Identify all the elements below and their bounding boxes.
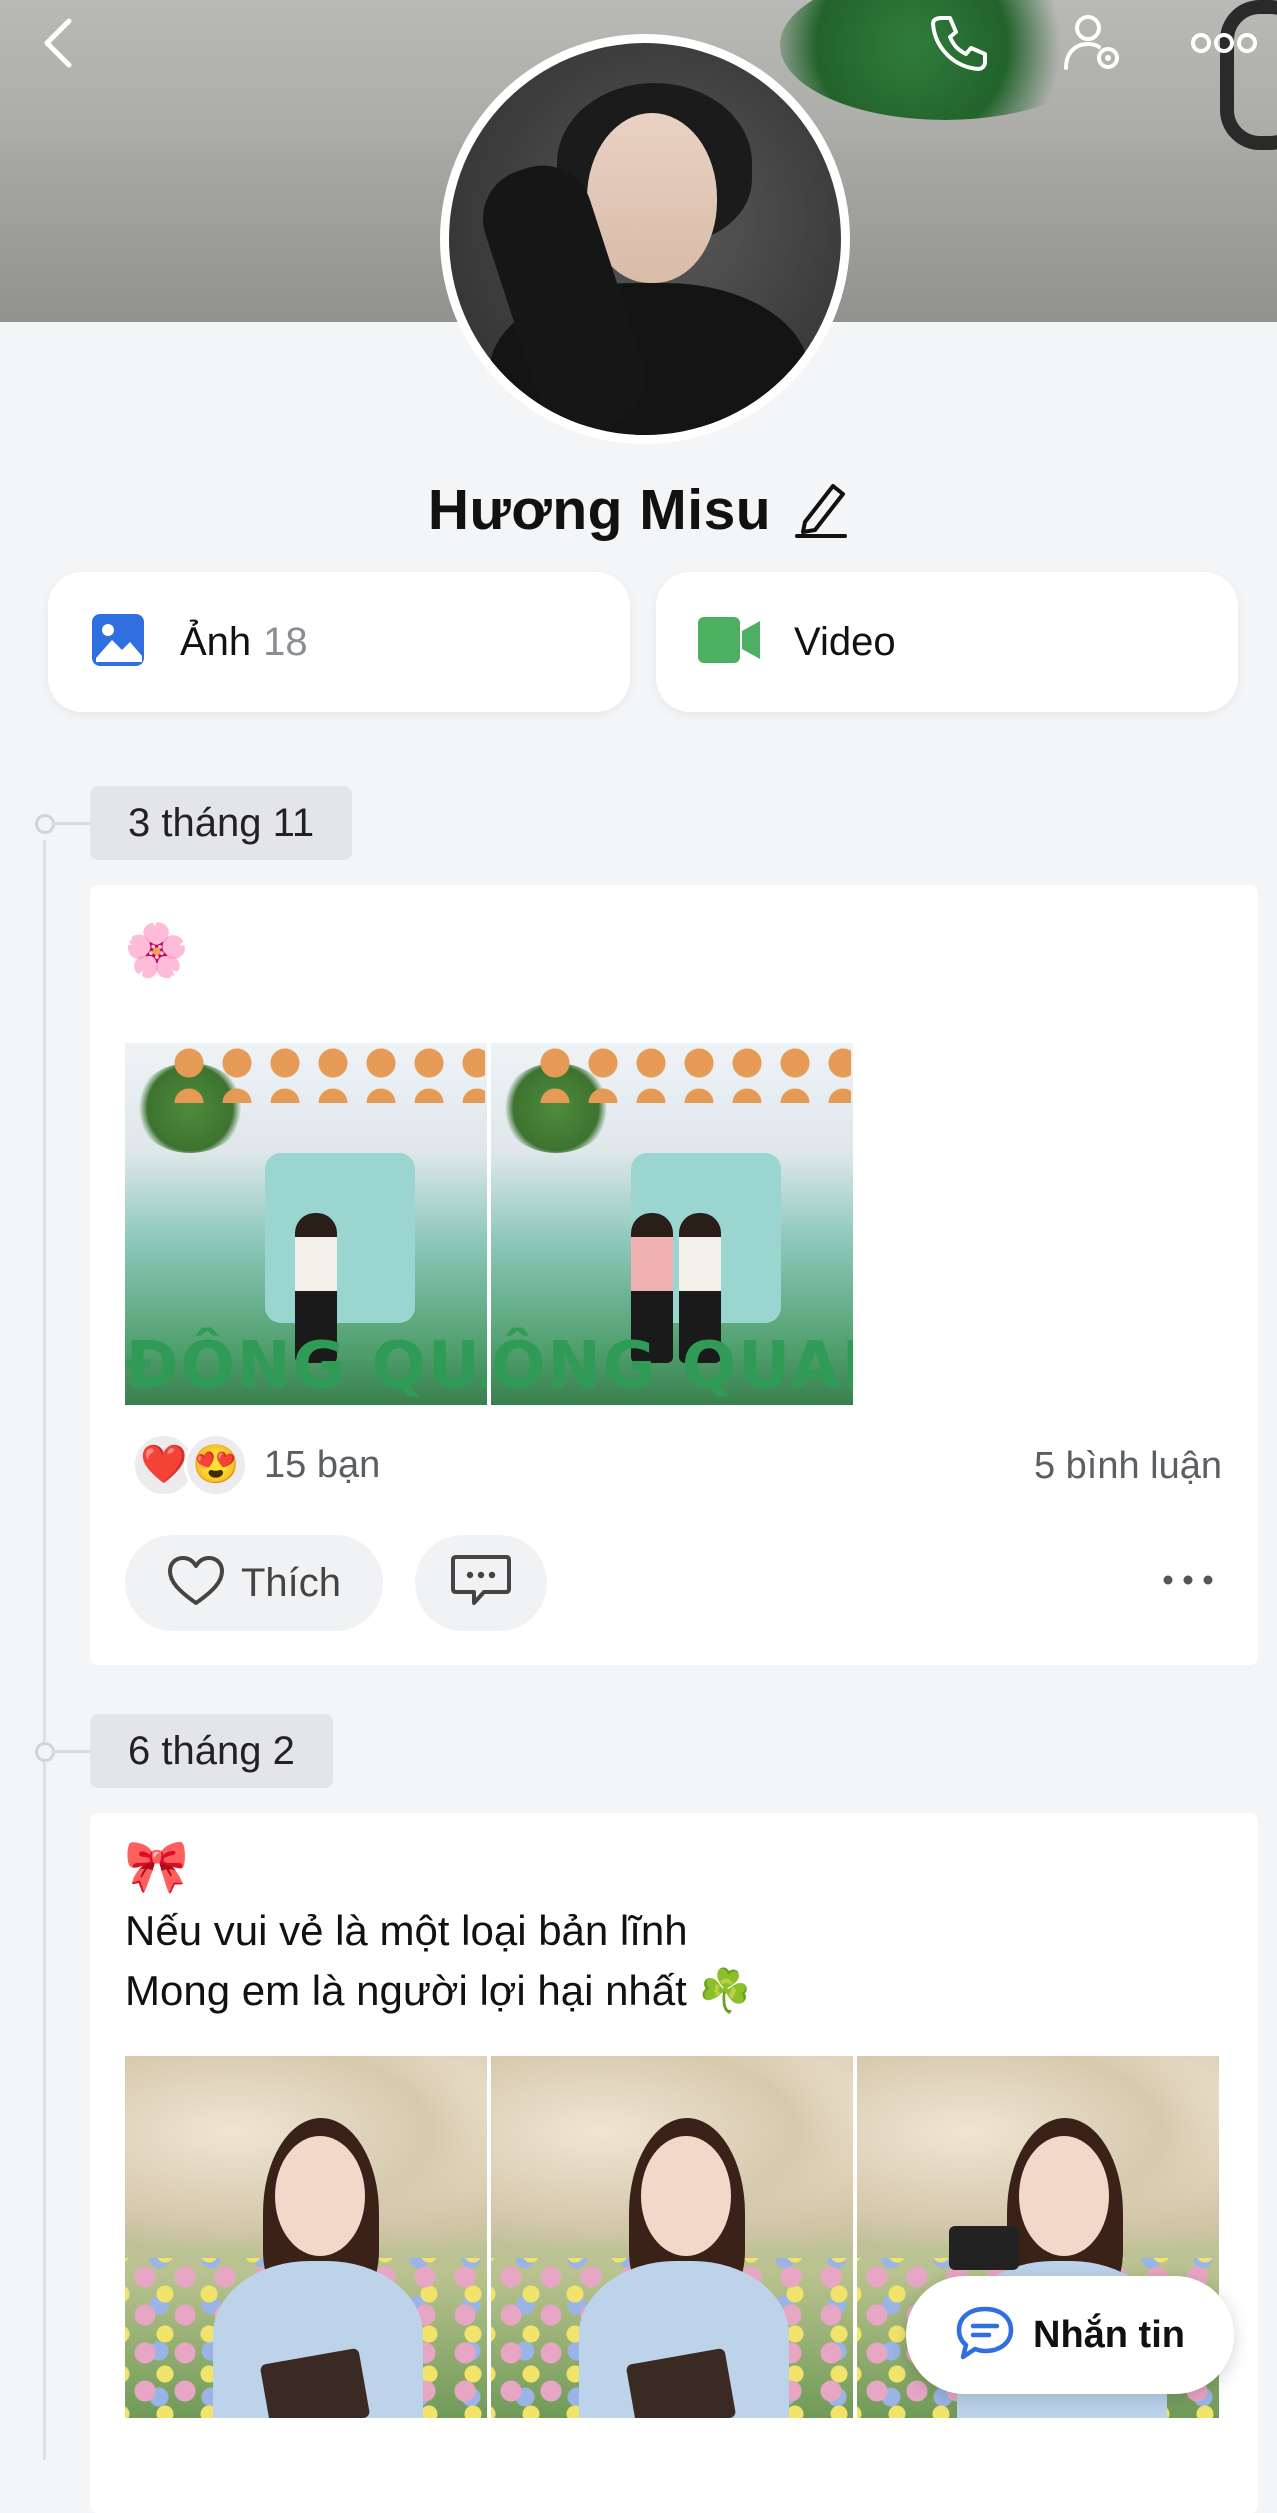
post-caption-line: Mong em là người lợi hại nhất ☘️ (125, 1967, 751, 2014)
profile-name: Hương Misu (427, 478, 772, 542)
image-icon (90, 612, 146, 673)
profile-name-row: Hương Misu (0, 470, 1277, 550)
call-button[interactable] (924, 8, 994, 78)
like-button[interactable]: Thích (125, 1535, 383, 1631)
avatar-image (449, 43, 841, 435)
post-photo[interactable]: ÔNG QUAN (491, 1043, 853, 1405)
timeline-line (43, 840, 46, 2460)
face (641, 2136, 731, 2256)
post-more-icon[interactable] (1160, 1571, 1216, 1594)
comment-button[interactable] (415, 1535, 547, 1631)
reactions-summary[interactable]: ❤️ 😍 15 bạn (132, 1433, 380, 1497)
face (275, 2136, 365, 2256)
user-settings-icon (1060, 10, 1126, 76)
timeline-connector (52, 1750, 90, 1753)
comments-count[interactable]: 5 bình luận (1034, 1445, 1222, 1488)
phone-icon (928, 12, 990, 74)
lanterns (531, 1043, 851, 1103)
chevron-left-icon (39, 15, 79, 71)
profile-settings-button[interactable] (1058, 8, 1128, 78)
message-button[interactable]: Nhắn tin (906, 2276, 1234, 2394)
post-date-chip: 6 tháng 2 (90, 1714, 333, 1788)
heart-outline-icon (167, 1555, 225, 1612)
photos-label: Ảnh (180, 619, 252, 664)
chat-bubble-icon (955, 2305, 1015, 2366)
back-button[interactable] (24, 8, 94, 78)
stage-board (265, 1153, 415, 1323)
stage-letters: ĐÔNG QUA (125, 1329, 487, 1403)
timeline-connector (52, 822, 90, 825)
photos-count: 18 (263, 619, 308, 664)
video-camera-icon (698, 615, 760, 670)
more-horizontal-icon (1191, 31, 1257, 55)
face (1019, 2136, 1109, 2256)
post-card: 🎀 Nếu vui vẻ là một loại bản lĩnh Mong e… (90, 1813, 1258, 2513)
comment-icon (450, 1553, 512, 1614)
message-button-label: Nhắn tin (1033, 2313, 1185, 2356)
reactions-count: 15 bạn (264, 1443, 381, 1486)
camera (949, 2226, 1019, 2270)
post-emoji: 🎀 (124, 1838, 189, 1896)
post-card: 🌸 ĐÔNG QUA ÔNG QUAN ❤️ 😍 15 bạn 5 bình l… (90, 885, 1258, 1665)
post-photo[interactable] (125, 2056, 487, 2418)
post-emoji: 🌸 (124, 922, 189, 980)
post-date-chip: 3 tháng 11 (90, 786, 353, 860)
more-options-button[interactable] (1188, 8, 1260, 78)
like-label: Thích (240, 1560, 342, 1605)
heart-eyes-reaction-icon: 😍 (184, 1433, 248, 1497)
post-photo[interactable] (491, 2056, 853, 2418)
lanterns (165, 1043, 485, 1103)
videos-label: Video (794, 619, 896, 664)
avatar[interactable] (440, 34, 850, 444)
post-photo[interactable]: ĐÔNG QUA (125, 1043, 487, 1405)
videos-button[interactable]: Video (656, 572, 1238, 712)
photos-button[interactable]: Ảnh 18 (48, 572, 630, 712)
post-caption-line: Nếu vui vẻ là một loại bản lĩnh (125, 1907, 688, 1954)
stage-letters: ÔNG QUAN (491, 1329, 853, 1403)
pencil-icon[interactable] (793, 478, 849, 543)
